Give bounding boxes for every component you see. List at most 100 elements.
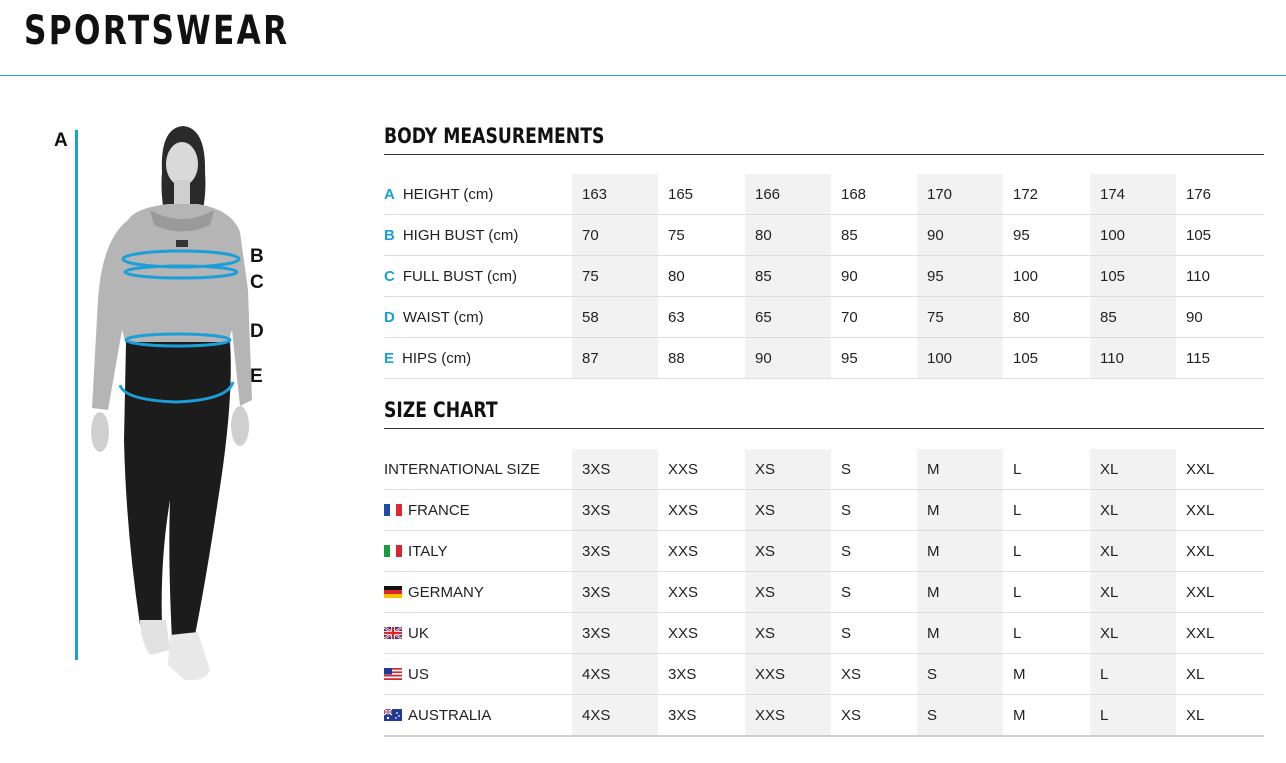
model-illustration: A B C D E	[0, 80, 380, 763]
table-row: D WAIST (cm) 58 63 65 70 75 80 85 90	[384, 296, 1264, 338]
value-cell: 90	[1176, 296, 1264, 338]
measure-letter: B	[384, 226, 395, 244]
row-label-cell: INTERNATIONAL SIZE	[384, 449, 572, 490]
value-cell: 3XS	[572, 612, 658, 654]
value-cell: S	[831, 530, 917, 572]
row-label-cell: E HIPS (cm)	[384, 337, 572, 379]
row-label: HIPS (cm)	[402, 349, 472, 367]
value-cell: XXS	[745, 694, 831, 737]
value-cell: XL	[1090, 612, 1176, 654]
row-label: FRANCE	[408, 501, 470, 519]
value-cell: XXS	[658, 571, 745, 613]
value-cell: 176	[1176, 174, 1264, 215]
measure-letter: D	[384, 308, 395, 326]
measure-letter: E	[384, 349, 395, 367]
table-row: E HIPS (cm) 87 88 90 95 100 105 110 115	[384, 337, 1264, 379]
value-cell: L	[1090, 694, 1176, 737]
value-cell: 95	[917, 255, 1003, 297]
table-row: INTERNATIONAL SIZE 3XS XXS XS S M L XL XXL	[384, 449, 1264, 490]
table-row: A HEIGHT (cm) 163 165 166 168 170 172 174 176	[384, 174, 1264, 215]
germany-flag-icon	[384, 584, 408, 601]
value-cell: XXL	[1176, 489, 1264, 531]
value-cell: XXL	[1176, 530, 1264, 572]
value-cell: XXS	[658, 489, 745, 531]
row-label: FULL BUST (cm)	[402, 267, 518, 285]
value-cell: 163	[572, 174, 658, 215]
value-cell: XS	[745, 571, 831, 613]
value-cell: M	[917, 489, 1003, 531]
row-label: GERMANY	[408, 583, 484, 601]
page-title: SPORTSWEAR	[24, 8, 290, 54]
row-label-cell: FRANCE	[384, 489, 572, 531]
value-cell: XL	[1090, 571, 1176, 613]
value-cell: 85	[1090, 296, 1176, 338]
value-cell: XXS	[658, 530, 745, 572]
row-label-cell: ITALY	[384, 530, 572, 572]
value-cell: 87	[572, 337, 658, 379]
value-cell: 58	[572, 296, 658, 338]
value-cell: XL	[1090, 530, 1176, 572]
body-measurements-title: BODY MEASUREMENTS	[384, 124, 605, 148]
value-cell: 80	[1003, 296, 1090, 338]
value-cell: 100	[917, 337, 1003, 379]
value-cell: XS	[831, 653, 917, 695]
value-cell: XXL	[1176, 449, 1264, 490]
row-label-cell: A HEIGHT (cm)	[384, 174, 572, 215]
value-cell: 170	[917, 174, 1003, 215]
value-cell: 3XS	[572, 449, 658, 490]
value-cell: M	[917, 612, 1003, 654]
value-cell: S	[917, 653, 1003, 695]
value-cell: XL	[1176, 694, 1264, 737]
table-row: GERMANY 3XS XXS XS S M L XL XXL	[384, 571, 1264, 613]
value-cell: 166	[745, 174, 831, 215]
value-cell: XS	[745, 489, 831, 531]
table-row: US 4XS 3XS XXS XS S M L XL	[384, 653, 1264, 695]
value-cell: S	[831, 449, 917, 490]
value-cell: 3XS	[572, 530, 658, 572]
table-row: B HIGH BUST (cm) 70 75 80 85 90 95 100 105	[384, 214, 1264, 256]
value-cell: 75	[917, 296, 1003, 338]
value-cell: 88	[658, 337, 745, 379]
row-label-cell: AUSTRALIA	[384, 694, 572, 737]
value-cell: XL	[1176, 653, 1264, 695]
value-cell: S	[831, 489, 917, 531]
value-cell: L	[1003, 612, 1090, 654]
row-label: US	[408, 665, 429, 683]
value-cell: S	[831, 612, 917, 654]
value-cell: M	[1003, 694, 1090, 737]
value-cell: XS	[745, 449, 831, 490]
value-cell: 70	[831, 296, 917, 338]
value-cell: 105	[1003, 337, 1090, 379]
france-flag-icon	[384, 502, 408, 519]
value-cell: 70	[572, 214, 658, 256]
value-cell: 95	[831, 337, 917, 379]
value-cell: M	[917, 530, 1003, 572]
value-cell: 80	[745, 214, 831, 256]
value-cell: XL	[1090, 489, 1176, 531]
row-label-cell: US	[384, 653, 572, 695]
value-cell: M	[1003, 653, 1090, 695]
value-cell: 3XS	[658, 694, 745, 737]
model-figure	[91, 126, 252, 681]
value-cell: 95	[1003, 214, 1090, 256]
value-cell: S	[831, 571, 917, 613]
value-cell: 85	[831, 214, 917, 256]
table-row: C FULL BUST (cm) 75 80 85 90 95 100 105 110	[384, 255, 1264, 297]
value-cell: 80	[658, 255, 745, 297]
size-chart-table: INTERNATIONAL SIZE 3XS XXS XS S M L XL XXL FRANCE…	[384, 449, 1264, 737]
row-label-cell: UK	[384, 612, 572, 654]
value-cell: XS	[745, 612, 831, 654]
table-row: AUSTRALIA 4XS 3XS XXS XS S M L XL	[384, 694, 1264, 737]
value-cell: 75	[658, 214, 745, 256]
value-cell: 165	[658, 174, 745, 215]
body-measurements-table: A HEIGHT (cm) 163 165 166 168 170 172 174 176 B HIG…	[384, 174, 1264, 379]
uk-flag-icon	[384, 625, 408, 642]
row-label: INTERNATIONAL SIZE	[384, 460, 540, 478]
value-cell: M	[917, 571, 1003, 613]
us-flag-icon	[384, 666, 408, 683]
value-cell: 4XS	[572, 653, 658, 695]
row-label-cell: D WAIST (cm)	[384, 296, 572, 338]
row-label: HIGH BUST (cm)	[402, 226, 519, 244]
value-cell: XXL	[1176, 612, 1264, 654]
value-cell: 3XS	[658, 653, 745, 695]
